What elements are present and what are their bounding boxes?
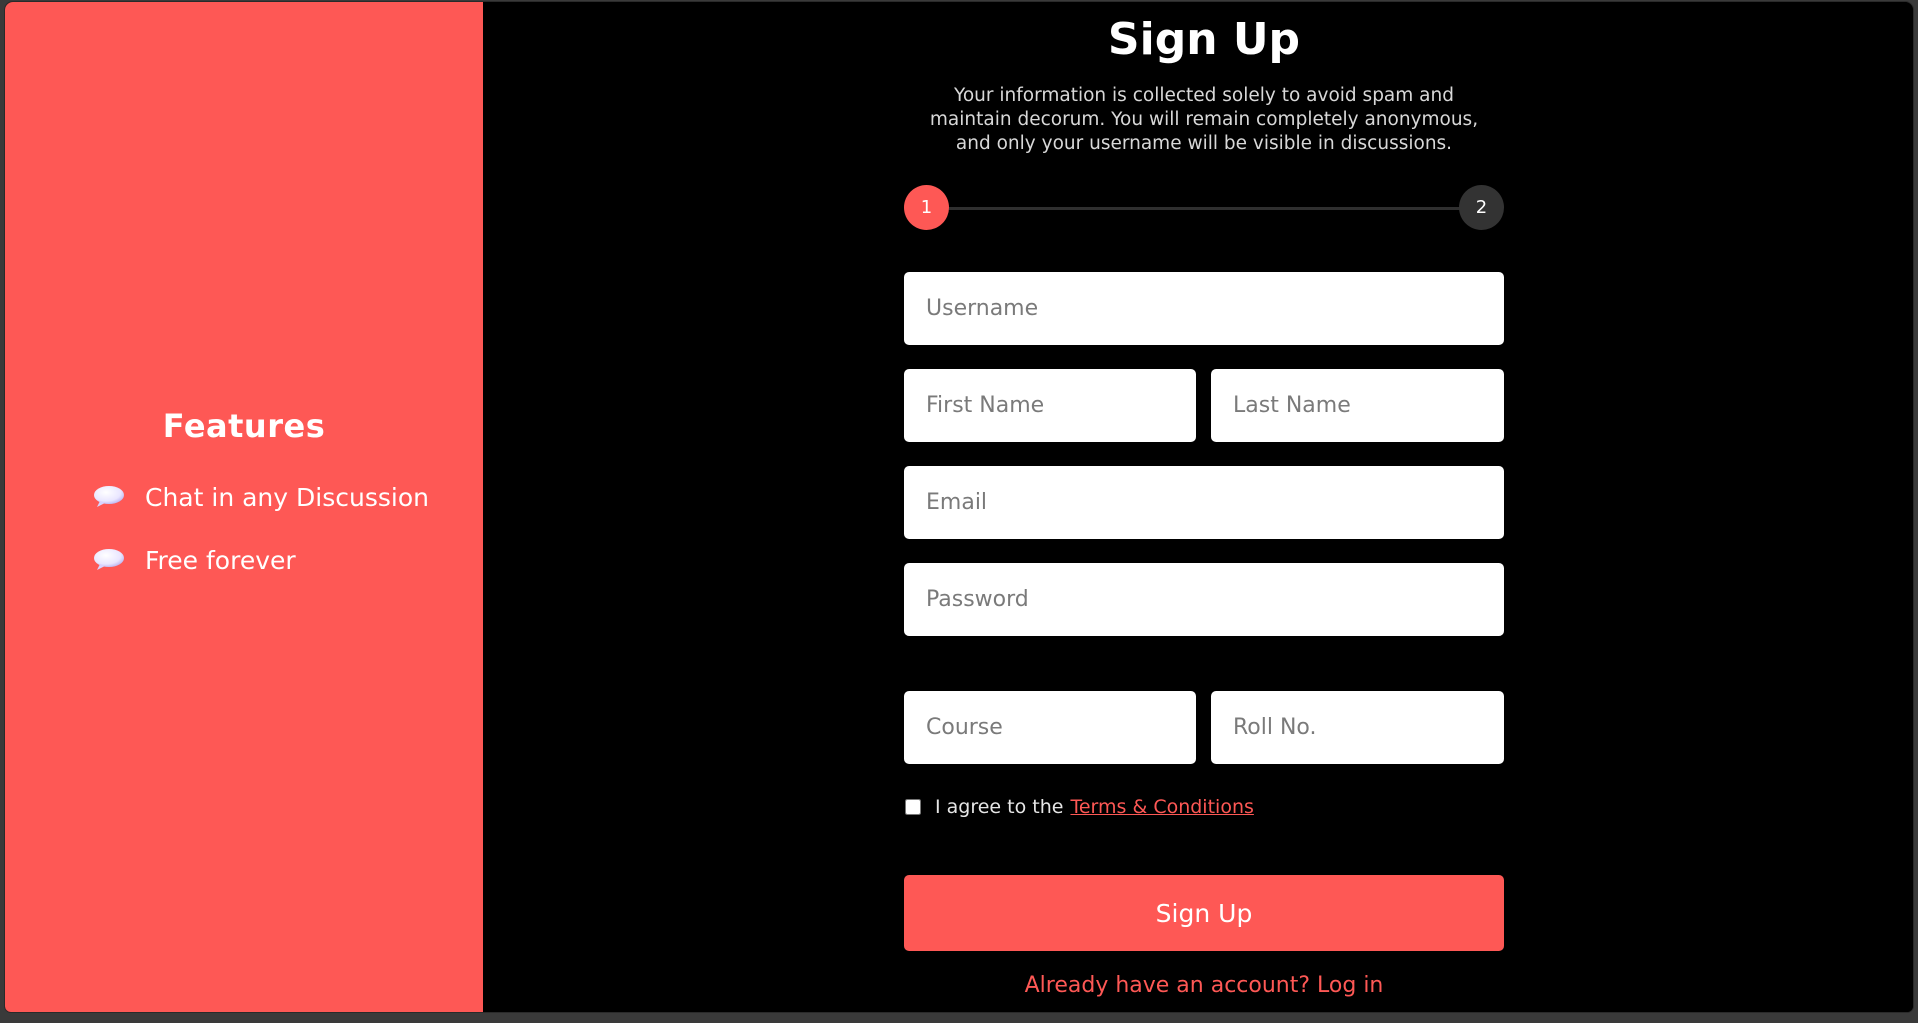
speech-bubble-icon — [91, 545, 127, 575]
step-indicator: 1 2 — [904, 185, 1504, 231]
feature-label: Chat in any Discussion — [145, 482, 429, 512]
feature-label: Free forever — [145, 545, 296, 575]
step-2-badge: 2 — [1459, 185, 1504, 230]
login-link[interactable]: Already have an account? Log in — [904, 973, 1504, 998]
feature-item: Free forever — [91, 543, 429, 577]
terms-link[interactable]: Terms & Conditions — [1070, 796, 1253, 818]
features-panel: Features Chat in any Discussion Free for… — [5, 2, 483, 1012]
form-description: Your information is collected solely to … — [929, 85, 1479, 154]
feature-item: Chat in any Discussion — [91, 480, 429, 514]
password-input[interactable] — [904, 563, 1504, 636]
signup-panel: Sign Up Your information is collected so… — [483, 2, 1913, 1012]
email-input[interactable] — [904, 466, 1504, 539]
course-input[interactable] — [904, 691, 1196, 764]
terms-text: I agree to the — [935, 796, 1064, 818]
terms-checkbox[interactable] — [905, 799, 921, 815]
step-1-badge: 1 — [904, 185, 949, 230]
sign-up-button[interactable]: Sign Up — [904, 875, 1504, 951]
terms-row: I agree to the Terms & Conditions — [904, 796, 1254, 818]
last-name-input[interactable] — [1211, 369, 1504, 442]
feature-list: Chat in any Discussion Free forever — [91, 480, 429, 606]
page-title: Sign Up — [1107, 14, 1301, 65]
roll-no-input[interactable] — [1211, 691, 1504, 764]
step-progress-line — [926, 207, 1482, 210]
features-title: Features — [162, 407, 326, 445]
username-input[interactable] — [904, 272, 1504, 345]
first-name-input[interactable] — [904, 369, 1196, 442]
app-window: Features Chat in any Discussion Free for… — [5, 2, 1913, 1012]
speech-bubble-icon — [91, 482, 127, 512]
